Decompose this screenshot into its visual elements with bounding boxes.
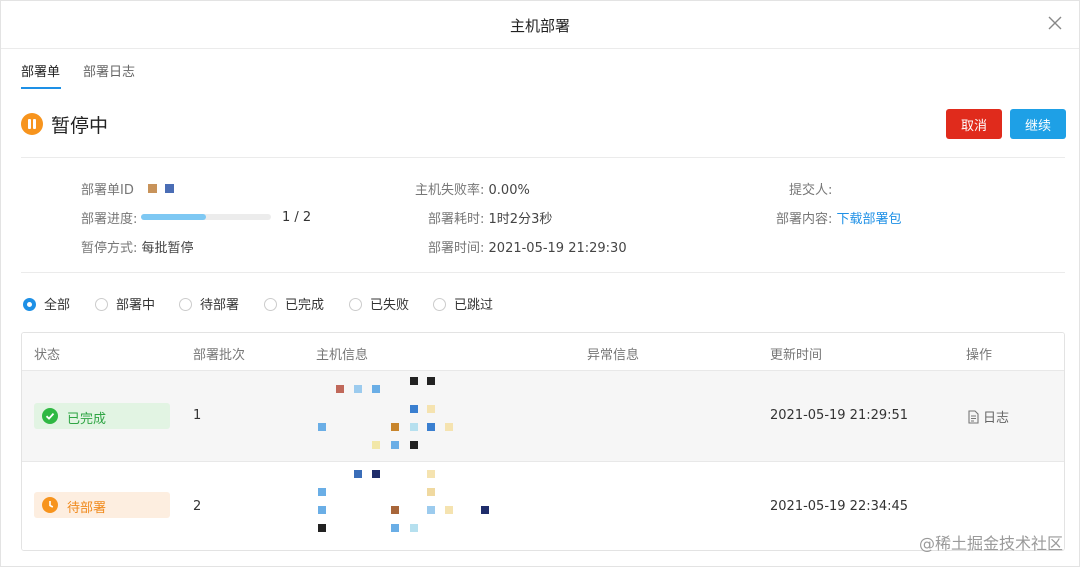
table-header: 状态 部署批次 主机信息 异常信息 更新时间 操作: [22, 333, 1064, 371]
fail-rate-value: 0.00%: [488, 183, 530, 198]
status-badge: 已完成: [34, 403, 170, 429]
tab-label: 部署日志: [83, 65, 136, 80]
batch-number: 2: [193, 499, 202, 514]
clock-icon: [42, 497, 58, 513]
submitter-field: 提交人:: [789, 179, 832, 198]
cancel-button[interactable]: 取消: [946, 109, 1002, 139]
tab-active-indicator: [21, 87, 61, 89]
progress-count: 1 / 2: [282, 210, 312, 225]
deploy-dialog: 主机部署 部署单 部署日志 暂停中 取消 继续 部署单ID 主机失败率: 0.0…: [0, 0, 1080, 567]
close-icon[interactable]: [1045, 13, 1065, 33]
view-log-button[interactable]: 日志: [967, 407, 1009, 426]
content-field: 部署内容: 下载部署包: [776, 208, 902, 227]
dialog-title: 主机部署: [509, 17, 570, 35]
filter-skipped[interactable]: 已跳过: [433, 294, 493, 313]
filter-label: 已完成: [285, 298, 325, 313]
radio-icon: [264, 298, 277, 311]
submitter-label: 提交人:: [789, 183, 833, 198]
radio-icon: [433, 298, 446, 311]
watermark: @稀土掘金技术社区: [918, 534, 1063, 553]
status-badge-label: 已完成: [67, 412, 107, 427]
check-circle-icon: [42, 408, 58, 424]
batch-number: 1: [193, 408, 202, 423]
tab-deploy-log[interactable]: 部署日志: [83, 61, 135, 80]
duration-label: 部署耗时:: [428, 212, 485, 227]
filter-label: 已跳过: [454, 298, 494, 313]
order-id-field: 部署单ID: [81, 179, 174, 198]
radio-icon: [23, 298, 36, 311]
table-row: 已完成 1 2021-05-19 21:29:51 日志: [22, 371, 1064, 462]
deploy-time-label: 部署时间:: [428, 241, 485, 256]
divider: [21, 272, 1065, 273]
col-actions: 操作: [966, 348, 993, 363]
col-status: 状态: [34, 348, 61, 363]
filter-deploying[interactable]: 部署中: [95, 294, 155, 313]
radio-icon: [95, 298, 108, 311]
col-updated-time: 更新时间: [770, 348, 823, 363]
tab-label: 部署单: [21, 65, 61, 80]
download-package-link[interactable]: 下载部署包: [837, 212, 902, 227]
filter-label: 待部署: [200, 298, 240, 313]
col-error-info: 异常信息: [587, 348, 640, 363]
status-badge: 待部署: [34, 492, 170, 518]
dialog-header: 主机部署: [1, 1, 1079, 49]
content-label: 部署内容:: [776, 212, 833, 227]
pause-icon: [21, 113, 43, 135]
radio-icon: [179, 298, 192, 311]
filter-label: 全部: [44, 298, 71, 313]
updated-time: 2021-05-19 22:34:45: [770, 499, 909, 514]
tab-deploy-order[interactable]: 部署单: [21, 61, 61, 89]
duration-field: 部署耗时: 1时2分3秒: [428, 208, 552, 227]
view-log-label: 日志: [983, 411, 1010, 426]
filter-failed[interactable]: 已失败: [349, 294, 409, 313]
pause-mode-label: 暂停方式:: [81, 241, 138, 256]
filter-pending[interactable]: 待部署: [179, 294, 239, 313]
filter-completed[interactable]: 已完成: [264, 294, 324, 313]
fail-rate-field: 主机失败率: 0.00%: [415, 179, 530, 198]
pause-mode-value: 每批暂停: [141, 241, 194, 256]
table-row: 待部署 2 2021-05-19 22:34:45: [22, 462, 1064, 550]
progress-bar-fill: [141, 214, 206, 220]
col-host-info: 主机信息: [316, 348, 369, 363]
status-text: 暂停中: [51, 115, 109, 137]
pause-mode-field: 暂停方式: 每批暂停: [81, 237, 194, 256]
duration-value: 1时2分3秒: [488, 212, 553, 227]
fail-rate-label: 主机失败率:: [415, 183, 485, 198]
status-badge-label: 待部署: [67, 501, 107, 516]
col-batch: 部署批次: [193, 348, 246, 363]
progress-field: 部署进度:: [81, 208, 137, 227]
divider: [21, 157, 1065, 158]
radio-icon: [349, 298, 362, 311]
updated-time: 2021-05-19 21:29:51: [770, 408, 909, 423]
deploy-time-value: 2021-05-19 21:29:30: [488, 241, 627, 256]
filter-label: 部署中: [116, 298, 156, 313]
filter-all[interactable]: 全部: [23, 294, 70, 313]
host-table: 状态 部署批次 主机信息 异常信息 更新时间 操作 已完成 1 2021-05-…: [21, 332, 1065, 551]
document-icon: [968, 410, 979, 424]
filter-label: 已失败: [370, 298, 410, 313]
order-id-label: 部署单ID: [81, 183, 134, 198]
host-info-redacted: [314, 375, 504, 461]
deploy-time-field: 部署时间: 2021-05-19 21:29:30: [428, 237, 627, 256]
host-info-redacted: [314, 464, 504, 550]
continue-button[interactable]: 继续: [1010, 109, 1066, 139]
progress-label: 部署进度:: [81, 212, 138, 227]
progress-bar: [141, 214, 271, 220]
order-id-value: [144, 183, 174, 198]
